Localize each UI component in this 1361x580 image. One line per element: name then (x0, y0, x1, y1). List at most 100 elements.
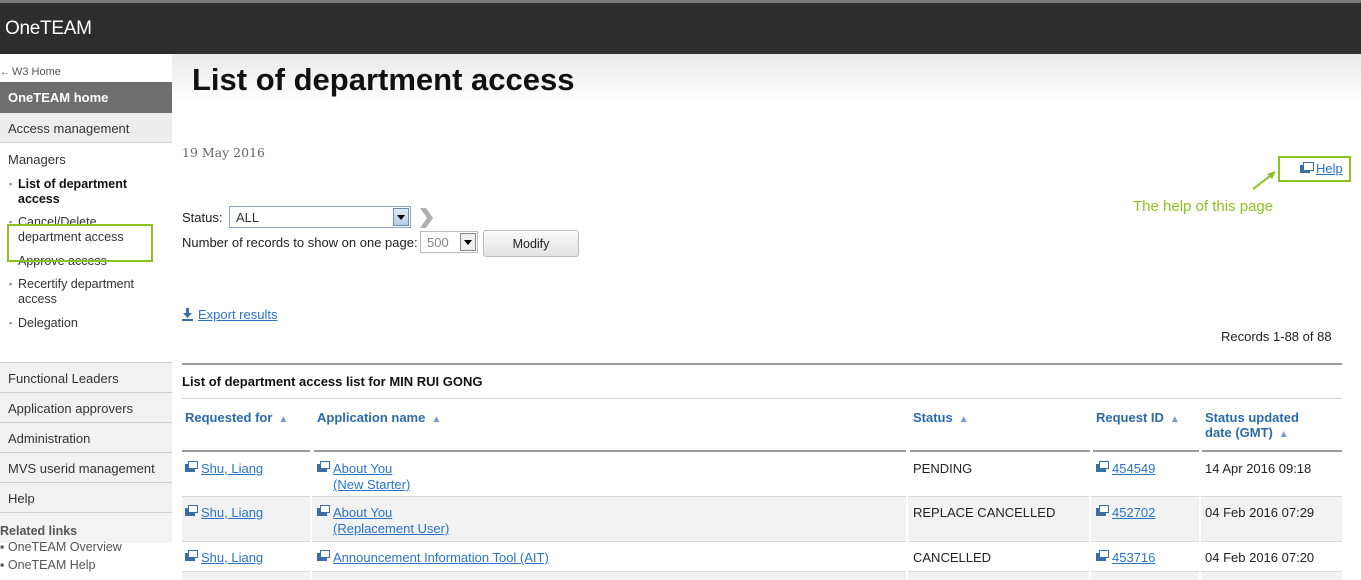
request-id-cell[interactable]: 453716 (1096, 550, 1155, 566)
status-cell: CANCELLED (913, 550, 992, 565)
caption-divider (182, 398, 1342, 399)
application-link-subtitle[interactable]: (Replacement User) (333, 521, 449, 536)
application-link[interactable]: About You (333, 461, 392, 476)
new-window-icon (1096, 461, 1109, 472)
help-highlight-box: Help (1278, 156, 1351, 182)
header-label: date (GMT) (1205, 425, 1273, 440)
sidebar-item-application-approvers[interactable]: Application approvers (0, 393, 172, 423)
column-header-status[interactable]: Status ▲︎ (910, 402, 1090, 452)
sidebar-item-delegation[interactable]: ▪ Delegation (9, 316, 149, 331)
request-id-link[interactable]: 453716 (1112, 550, 1155, 565)
dropdown-arrow-icon[interactable] (460, 233, 476, 251)
header-label: Application name (317, 410, 426, 425)
requested-for-cell[interactable]: Shu, Liang (185, 505, 263, 521)
column-header-request-id[interactable]: Request ID ▲︎ (1093, 402, 1199, 452)
application-cell[interactable]: Announcement Information Tool (AIT) (317, 550, 549, 566)
request-id-link[interactable]: 454549 (1112, 461, 1155, 476)
page-title: List of department access (192, 62, 575, 97)
dropdown-arrow-icon[interactable] (393, 208, 409, 226)
application-link[interactable]: About You (333, 505, 392, 520)
sort-icon[interactable]: ▲︎ (1279, 429, 1289, 440)
related-links: Related links ▪ OneTEAM Overview ▪ OneTE… (0, 524, 172, 574)
application-link-subtitle[interactable]: (New Starter) (333, 477, 410, 492)
new-window-icon (185, 461, 198, 472)
status-value: ALL (236, 210, 260, 225)
request-id-link[interactable]: 452702 (1112, 505, 1155, 520)
records-summary: Records 1-88 of 88 (1221, 329, 1332, 344)
sort-icon[interactable]: ▲︎ (278, 414, 288, 425)
header-label: Requested for (185, 410, 273, 425)
bullet-icon: ▪ (9, 318, 13, 328)
app-title[interactable]: OneTEAM (5, 18, 92, 40)
sidebar-item-recertify[interactable]: ▪ Recertify department access (9, 277, 149, 307)
top-bar: OneTEAM (0, 0, 1361, 54)
annotation-highlight-box (7, 224, 153, 262)
sort-icon[interactable]: ▲︎ (431, 414, 441, 425)
new-window-icon (185, 550, 198, 561)
records-per-page-label: Number of records to show on one page: (182, 235, 418, 250)
column-header-requested-for[interactable]: Requested for ▲︎ (182, 402, 310, 452)
download-icon (182, 308, 193, 321)
sidebar-item-access-management[interactable]: Access management (0, 113, 172, 143)
sort-icon[interactable]: ▲︎ (1170, 414, 1180, 425)
w3-home-link[interactable]: ← W3 Home (0, 66, 61, 78)
sidebar-item-help[interactable]: Help (0, 483, 172, 513)
w3-home-label: W3 Home (12, 66, 61, 78)
records-per-page-select[interactable]: 500 (420, 231, 478, 253)
sidebar-item-mvs-userid[interactable]: MVS userid management (0, 453, 172, 483)
requested-for-link[interactable]: Shu, Liang (201, 550, 263, 565)
go-arrow-icon[interactable] (418, 207, 434, 229)
header-label: Request ID (1096, 410, 1164, 425)
new-window-icon (1096, 505, 1109, 516)
sidebar-item-administration[interactable]: Administration (0, 423, 172, 453)
table-top-rule (182, 363, 1342, 365)
sidebar-item-managers[interactable]: Managers (8, 152, 172, 167)
requested-for-cell[interactable]: Shu, Liang (185, 461, 263, 477)
column-header-status-updated[interactable]: Status updated date (GMT) ▲︎ (1202, 402, 1342, 452)
annotation-text: The help of this page (1133, 198, 1274, 215)
related-link-label: OneTEAM Overview (7, 540, 122, 554)
related-link-help[interactable]: ▪ OneTEAM Help (0, 556, 172, 574)
table-caption: List of department access list for MIN R… (182, 374, 483, 389)
request-id-cell[interactable]: 454549 (1096, 461, 1155, 477)
related-links-title: Related links (0, 524, 78, 538)
sidebar-item-list-department-access[interactable]: ▪ List of department access (9, 177, 137, 207)
column-divider (906, 454, 908, 580)
modify-button[interactable]: Modify (483, 230, 579, 257)
bullet-icon: ▪ (9, 179, 13, 189)
status-select[interactable]: ALL (229, 206, 411, 228)
request-id-cell[interactable]: 452702 (1096, 505, 1155, 521)
new-window-icon (1096, 550, 1109, 561)
application-link[interactable]: Announcement Information Tool (AIT) (333, 550, 549, 565)
help-link[interactable]: Help (1316, 161, 1343, 176)
updated-date-cell: 04 Feb 2016 07:29 (1205, 505, 1315, 520)
page-date: 19 May 2016 (182, 145, 265, 160)
bullet-icon: ▪ (9, 279, 13, 289)
requested-for-link[interactable]: Shu, Liang (201, 461, 263, 476)
header-label: Status (913, 410, 953, 425)
table-row (182, 572, 1342, 580)
requested-for-cell[interactable]: Shu, Liang (185, 550, 263, 566)
export-results-link[interactable]: Export results (198, 307, 277, 322)
new-window-icon (317, 505, 330, 516)
sort-icon[interactable]: ▲︎ (959, 414, 969, 425)
application-cell[interactable]: About You (Replacement User) (317, 505, 449, 537)
header-label: Status updated (1205, 410, 1299, 425)
updated-date-cell: 14 Apr 2016 09:18 (1205, 461, 1312, 476)
sidebar-item-label: Delegation (18, 316, 78, 330)
sidebar-item-oneteam-home[interactable]: OneTEAM home (0, 82, 172, 113)
back-arrow-icon: ← (0, 67, 10, 78)
sidebar-nav: OneTEAM home Access management Managers … (0, 82, 172, 543)
new-window-icon (317, 550, 330, 561)
column-header-application-name[interactable]: Application name ▲︎ (314, 402, 906, 452)
sidebar-item-functional-leaders[interactable]: Functional Leaders (0, 363, 172, 393)
related-link-label: OneTEAM Help (7, 558, 96, 572)
application-cell[interactable]: About You (New Starter) (317, 461, 410, 493)
column-divider (1199, 454, 1201, 580)
status-cell: REPLACE CANCELLED (913, 505, 1056, 520)
requested-for-link[interactable]: Shu, Liang (201, 505, 263, 520)
related-link-overview[interactable]: ▪ OneTEAM Overview (0, 538, 172, 556)
annotation-arrow-icon (1252, 171, 1276, 190)
new-window-icon (1300, 162, 1314, 173)
records-per-page-value: 500 (427, 235, 449, 250)
